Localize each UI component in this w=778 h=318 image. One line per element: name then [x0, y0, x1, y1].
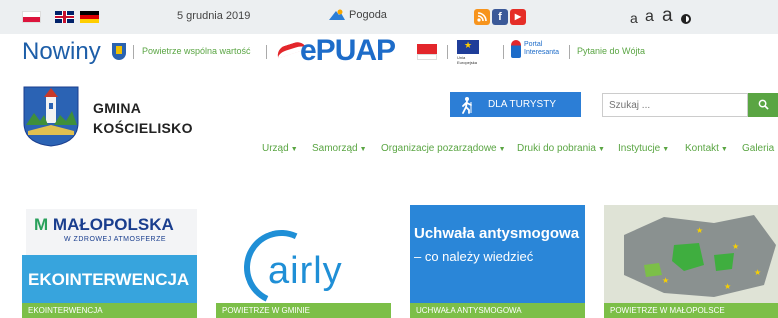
nav-label: Galeria	[742, 143, 775, 154]
tile-subheading: – co należy wiedzieć	[414, 249, 534, 264]
nowiny-crest-icon	[112, 43, 126, 60]
nav-label: Kontakt	[685, 143, 719, 154]
pl-flag-icon[interactable]	[22, 11, 41, 23]
uk-flag-icon[interactable]	[55, 11, 74, 23]
portal-icon	[511, 40, 521, 58]
nav-item-organizacje[interactable]: Organizacje pozarządowe ▼	[381, 143, 506, 154]
tourist-button[interactable]: DLA TURYSTY	[450, 92, 581, 117]
weather-icon	[329, 9, 345, 20]
tile-label: POWIETRZE W MAŁOPOLSCE	[604, 303, 778, 318]
chevron-down-icon: ▼	[290, 146, 298, 153]
divider	[569, 45, 570, 59]
hiker-icon	[462, 96, 472, 114]
font-size-large-button[interactable]: a	[662, 5, 673, 27]
chevron-down-icon: ▼	[597, 146, 605, 153]
divider	[503, 45, 504, 59]
nav-label: Samorząd	[312, 143, 358, 154]
divider	[133, 45, 134, 59]
malopolska-map-icon: ★ ★ ★ ★ ★	[604, 205, 778, 303]
facebook-icon[interactable]: f	[492, 9, 508, 25]
search-button[interactable]	[748, 93, 778, 117]
contrast-icon[interactable]	[681, 14, 691, 24]
svg-text:★: ★	[662, 276, 669, 285]
svg-text:★: ★	[754, 268, 761, 277]
bip-logo-icon[interactable]	[417, 40, 439, 62]
search-input[interactable]	[602, 93, 748, 117]
weather-link[interactable]: Pogoda	[328, 9, 387, 21]
gmina-name[interactable]: GMINA KOŚCIELISKO	[93, 98, 193, 138]
tile-label: EKOINTERWENCJA	[22, 303, 197, 318]
nav-item-druki[interactable]: Druki do pobrania ▼	[517, 143, 605, 154]
nav-item-galeria[interactable]: Galeria	[742, 143, 774, 154]
font-size-medium-button[interactable]: a	[645, 8, 654, 26]
rss-icon[interactable]	[474, 9, 490, 25]
divider	[447, 45, 448, 59]
nowiny-link[interactable]: Nowiny	[22, 38, 101, 66]
tile-uchwala-antysmogowa[interactable]: Uchwała antysmogowa – co należy wiedzieć…	[410, 205, 585, 318]
tile-heading: Uchwała antysmogowa	[414, 225, 580, 242]
tile-powietrze-w-gminie[interactable]: airly POWIETRZE W GMINIE	[216, 205, 391, 318]
nav-item-instytucje[interactable]: Instytucje ▼	[618, 143, 669, 154]
nav-item-samorzad[interactable]: Samorząd ▼	[312, 143, 367, 154]
eu-flag-icon	[457, 40, 479, 54]
gmina-line2: KOŚCIELISKO	[93, 120, 193, 136]
tourist-label: DLA TURYSTY	[488, 99, 556, 110]
malopolska-logo: M MAŁOPOLSKA	[34, 215, 174, 234]
weather-label: Pogoda	[349, 9, 387, 21]
nav-label: Organizacje pozarządowe	[381, 143, 497, 154]
tile-label: UCHWAŁA ANTYSMOGOWA	[410, 303, 585, 318]
tile-powietrze-w-malopolsce[interactable]: ★ ★ ★ ★ ★ POWIETRZE W MAŁOPOLSCE	[604, 205, 778, 318]
de-flag-icon[interactable]	[80, 11, 99, 23]
airly-logo: airly	[268, 250, 343, 292]
font-size-small-button[interactable]: a	[630, 10, 638, 26]
chevron-down-icon: ▼	[662, 146, 670, 153]
svg-text:★: ★	[696, 226, 703, 235]
nav-item-urzad[interactable]: Urząd ▼	[262, 143, 298, 154]
epuap-logo[interactable]: ePUAP	[300, 34, 396, 68]
svg-text:★: ★	[732, 242, 739, 251]
tile-ekointerwencja[interactable]: M MAŁOPOLSKA W ZDROWEJ ATMOSFERZE EKOINT…	[22, 205, 197, 318]
gmina-crest-icon[interactable]	[22, 85, 80, 147]
powietrze-link[interactable]: Powietrze wspólna wartość	[142, 46, 251, 56]
tile-label: POWIETRZE W GMINIE	[216, 303, 391, 318]
current-date: 5 grudnia 2019	[177, 10, 251, 22]
search-icon	[758, 99, 769, 110]
chevron-down-icon: ▼	[498, 146, 506, 153]
chevron-down-icon: ▼	[359, 146, 367, 153]
ekointerwencja-banner: EKOINTERWENCJA	[22, 255, 197, 303]
gmina-line1: GMINA	[93, 100, 142, 116]
youtube-icon[interactable]: ▶	[510, 9, 526, 25]
malopolska-banner: M MAŁOPOLSKA W ZDROWEJ ATMOSFERZE	[26, 209, 197, 255]
pytanie-link[interactable]: Pytanie do Wójta	[577, 46, 645, 56]
top-bar: 5 grudnia 2019 Pogoda f ▶ a a a	[0, 0, 778, 34]
eu-caption: Unia Europejska	[457, 55, 478, 65]
eu-logo[interactable]: Unia Europejska	[457, 40, 483, 65]
nav-item-kontakt[interactable]: Kontakt ▼	[685, 143, 728, 154]
portal-interesanta-link[interactable]: Portal Interesanta	[511, 40, 574, 58]
nav-label: Druki do pobrania	[517, 143, 596, 154]
svg-text:★: ★	[724, 282, 731, 291]
divider	[266, 45, 267, 59]
portal-label: Portal Interesanta	[524, 41, 560, 56]
malopolska-subtitle: W ZDROWEJ ATMOSFERZE	[64, 236, 167, 243]
nav-label: Urząd	[262, 143, 289, 154]
chevron-down-icon: ▼	[720, 146, 728, 153]
nav-label: Instytucje	[618, 143, 661, 154]
